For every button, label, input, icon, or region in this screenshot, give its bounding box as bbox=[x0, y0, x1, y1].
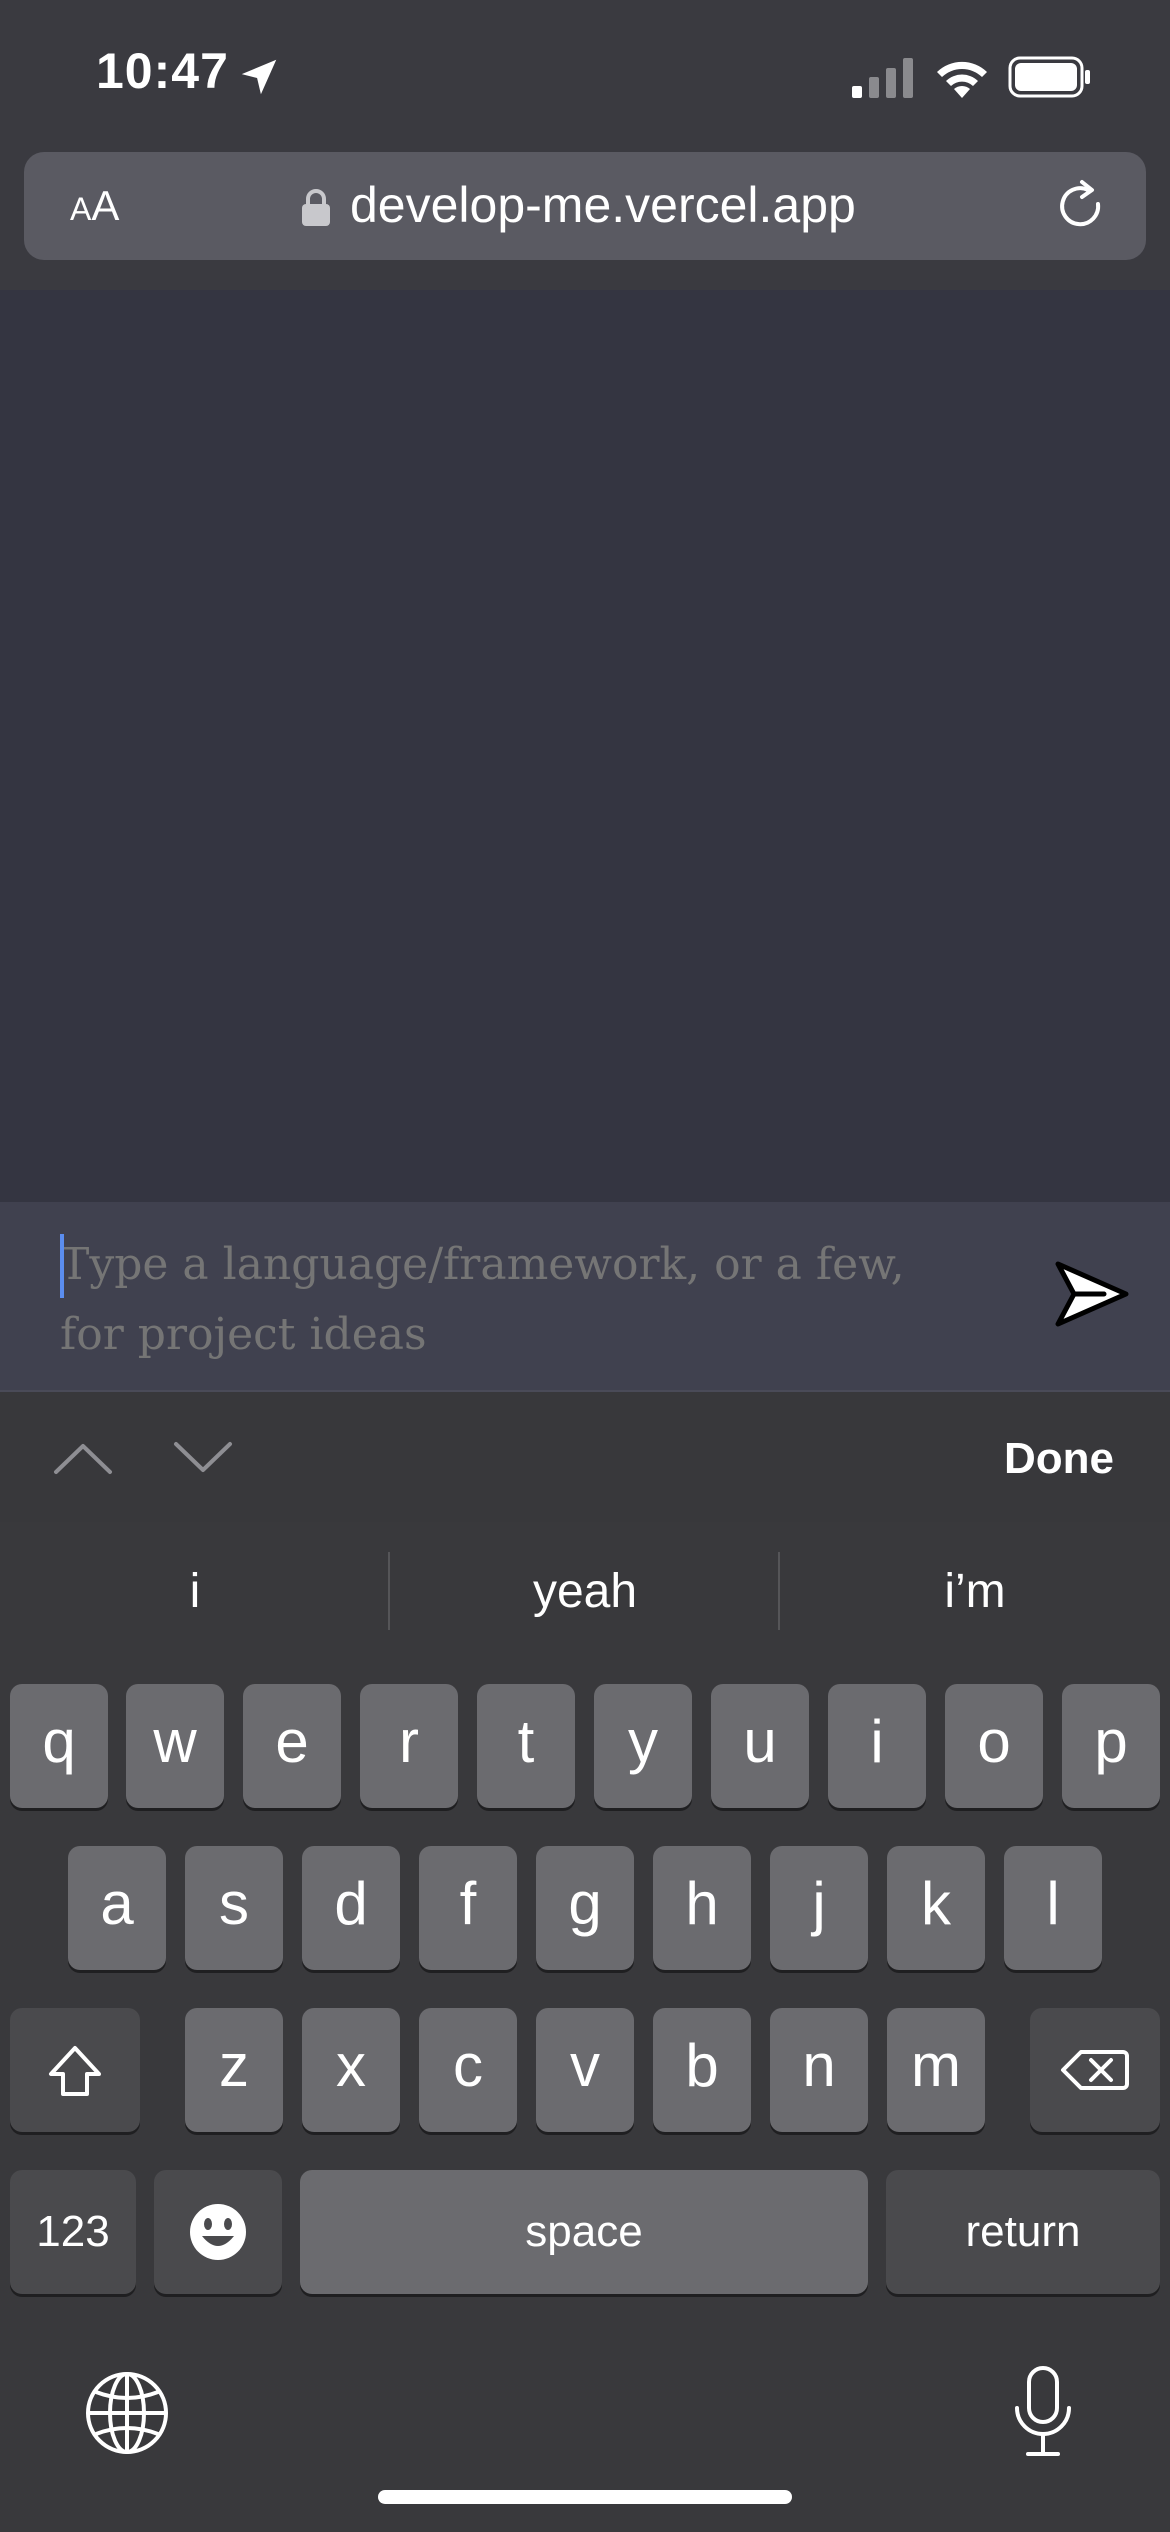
key-i[interactable]: i bbox=[828, 1684, 926, 1808]
key-y[interactable]: y bbox=[594, 1684, 692, 1808]
done-button[interactable]: Done bbox=[1004, 1434, 1114, 1484]
prompt-bar bbox=[0, 1202, 1170, 1392]
prompt-input[interactable] bbox=[60, 1230, 960, 1370]
keyboard: Done i yeah i’m q w e r t y u i o p a s … bbox=[0, 1392, 1170, 2532]
key-e[interactable]: e bbox=[243, 1684, 341, 1808]
microphone-icon[interactable] bbox=[1010, 2364, 1076, 2460]
key-l[interactable]: l bbox=[1004, 1846, 1102, 1970]
key-c[interactable]: c bbox=[419, 2008, 517, 2132]
key-s[interactable]: s bbox=[185, 1846, 283, 1970]
emoji-icon bbox=[190, 2204, 246, 2260]
key-t[interactable]: t bbox=[477, 1684, 575, 1808]
reload-icon[interactable] bbox=[1054, 178, 1110, 234]
globe-icon[interactable] bbox=[84, 2370, 170, 2456]
key-g[interactable]: g bbox=[536, 1846, 634, 1970]
key-a[interactable]: a bbox=[68, 1846, 166, 1970]
suggestion-1[interactable]: i bbox=[0, 1522, 390, 1662]
url-text[interactable]: develop-me.vercel.app bbox=[350, 176, 856, 234]
predictive-suggestions: i yeah i’m bbox=[0, 1522, 1170, 1662]
key-r[interactable]: r bbox=[360, 1684, 458, 1808]
return-key[interactable]: return bbox=[886, 2170, 1160, 2294]
home-indicator[interactable] bbox=[378, 2490, 792, 2504]
key-v[interactable]: v bbox=[536, 2008, 634, 2132]
key-n[interactable]: n bbox=[770, 2008, 868, 2132]
wifi-icon bbox=[937, 61, 987, 98]
chat-area bbox=[0, 290, 1170, 1202]
status-bar: 10:47 bbox=[0, 0, 1170, 150]
backspace-key[interactable] bbox=[1030, 2008, 1160, 2132]
key-h[interactable]: h bbox=[653, 1846, 751, 1970]
emoji-key[interactable] bbox=[154, 2170, 282, 2294]
send-icon[interactable] bbox=[1052, 1254, 1132, 1334]
key-q[interactable]: q bbox=[10, 1684, 108, 1808]
numbers-key[interactable]: 123 bbox=[10, 2170, 136, 2294]
keyboard-accessory-bar: Done bbox=[0, 1392, 1170, 1522]
location-arrow-icon bbox=[241, 59, 277, 95]
chevron-up-icon[interactable] bbox=[52, 1438, 114, 1478]
key-f[interactable]: f bbox=[419, 1846, 517, 1970]
chevron-down-icon[interactable] bbox=[172, 1438, 234, 1478]
key-k[interactable]: k bbox=[887, 1846, 985, 1970]
key-o[interactable]: o bbox=[945, 1684, 1043, 1808]
key-x[interactable]: x bbox=[302, 2008, 400, 2132]
key-j[interactable]: j bbox=[770, 1846, 868, 1970]
space-key[interactable]: space bbox=[300, 2170, 868, 2294]
key-b[interactable]: b bbox=[653, 2008, 751, 2132]
backspace-icon bbox=[1061, 2050, 1129, 2090]
lock-icon bbox=[302, 189, 330, 226]
text-caret bbox=[60, 1234, 64, 1298]
address-bar[interactable]: AA develop-me.vercel.app bbox=[24, 152, 1146, 260]
text-size-button[interactable]: AA bbox=[70, 182, 119, 230]
suggestion-2[interactable]: yeah bbox=[390, 1522, 780, 1662]
shift-icon bbox=[49, 2046, 101, 2096]
suggestion-3[interactable]: i’m bbox=[780, 1522, 1170, 1662]
key-d[interactable]: d bbox=[302, 1846, 400, 1970]
cellular-signal-icon bbox=[852, 58, 913, 98]
key-u[interactable]: u bbox=[711, 1684, 809, 1808]
status-time: 10:47 bbox=[96, 43, 229, 99]
battery-icon bbox=[1008, 56, 1090, 98]
shift-key[interactable] bbox=[10, 2008, 140, 2132]
key-p[interactable]: p bbox=[1062, 1684, 1160, 1808]
key-w[interactable]: w bbox=[126, 1684, 224, 1808]
key-z[interactable]: z bbox=[185, 2008, 283, 2132]
key-m[interactable]: m bbox=[887, 2008, 985, 2132]
